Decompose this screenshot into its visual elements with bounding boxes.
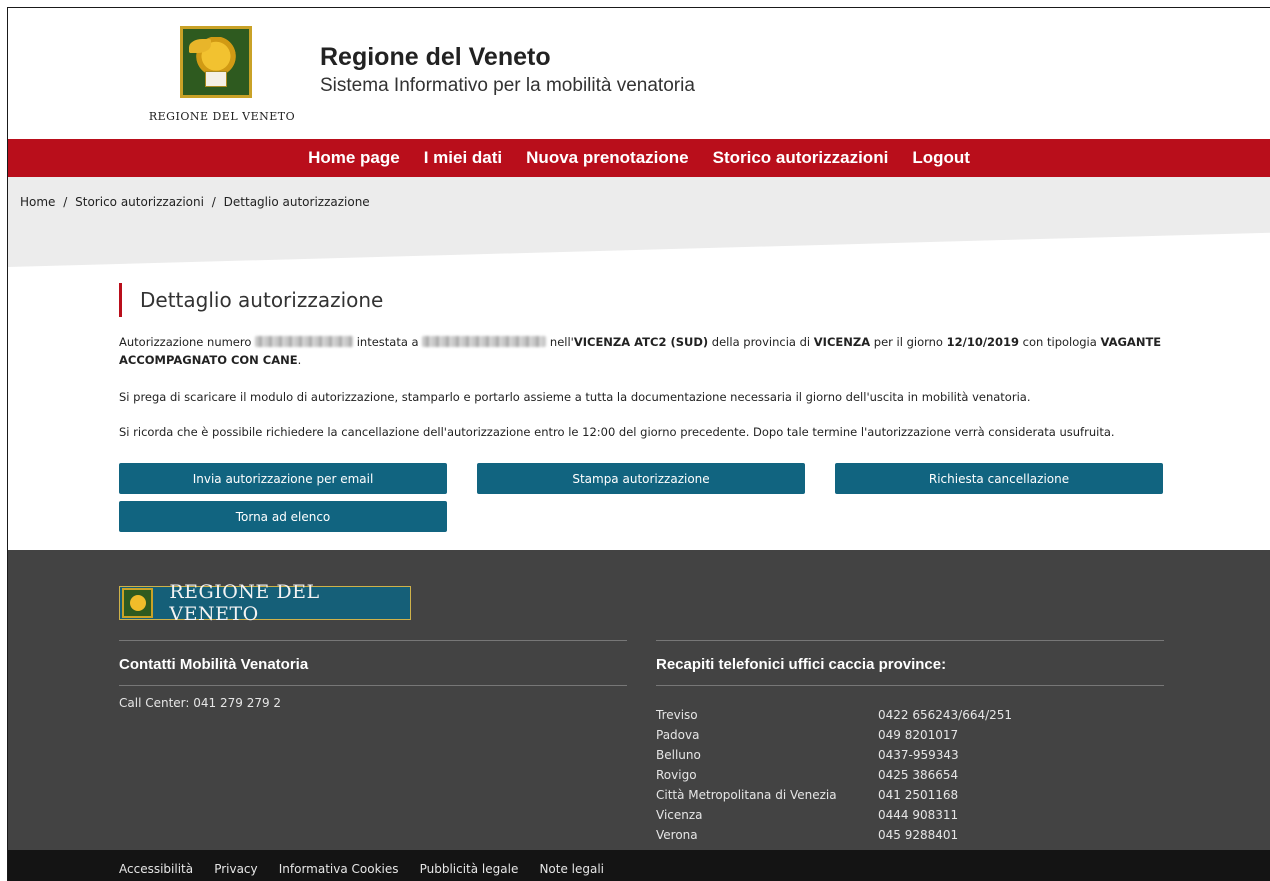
cancellation-note: Si ricorda che è possibile richiedere la… bbox=[119, 425, 1115, 439]
page-frame: REGIONE DEL VENETO Regione del Veneto Si… bbox=[7, 7, 1270, 881]
summary-text: per il giorno bbox=[870, 335, 947, 349]
link-accessibility[interactable]: Accessibilità bbox=[119, 862, 193, 876]
phone-city: Verona bbox=[656, 828, 698, 842]
phone-number: 0437-959343 bbox=[878, 748, 959, 762]
date-value: 12/10/2019 bbox=[946, 335, 1020, 349]
table-row: Rovigo 0425 386654 bbox=[656, 765, 1012, 785]
contacts-title: Contatti Mobilità Venatoria bbox=[119, 656, 309, 673]
download-instructions: Si prega di scaricare il modulo di autor… bbox=[119, 390, 1031, 404]
site-title: Regione del Veneto bbox=[320, 43, 551, 71]
lion-of-st-mark-icon bbox=[180, 26, 252, 98]
table-row: Città Metropolitana di Venezia 041 250116… bbox=[656, 785, 1012, 805]
footer-logo-text: REGIONE DEL VENETO bbox=[169, 581, 320, 625]
back-to-list-button[interactable]: Torna ad elenco bbox=[119, 501, 447, 532]
divider bbox=[119, 685, 627, 686]
divider bbox=[119, 640, 627, 641]
province-value: VICENZA bbox=[813, 335, 871, 349]
summary-text: . bbox=[297, 353, 302, 367]
phones-title: Recapiti telefonici uffici caccia provin… bbox=[656, 656, 947, 673]
breadcrumb-current: Dettaglio autorizzazione bbox=[223, 195, 370, 209]
authorization-summary: Autorizzazione numero intestata a nell'V… bbox=[119, 333, 1169, 369]
nav-history[interactable]: Storico autorizzazioni bbox=[701, 148, 901, 168]
print-button[interactable]: Stampa autorizzazione bbox=[477, 463, 805, 494]
phone-city: Treviso bbox=[656, 708, 698, 722]
bottom-bar: Accessibilità Privacy Informativa Cookie… bbox=[8, 850, 1270, 881]
link-legal-notes[interactable]: Note legali bbox=[539, 862, 604, 876]
table-row: Vicenza 0444 908311 bbox=[656, 805, 1012, 825]
table-row: Padova 049 8201017 bbox=[656, 725, 1012, 745]
phone-number: 0425 386654 bbox=[878, 768, 959, 782]
phone-number: 045 9288401 bbox=[878, 828, 959, 842]
nav-logout[interactable]: Logout bbox=[900, 148, 982, 168]
breadcrumb-separator: / bbox=[211, 195, 216, 209]
site-subtitle: Sistema Informativo per la mobilità vena… bbox=[320, 75, 695, 96]
divider bbox=[656, 685, 1164, 686]
request-cancellation-button[interactable]: Richiesta cancellazione bbox=[835, 463, 1163, 494]
breadcrumb-band bbox=[8, 177, 1270, 267]
phone-city: Rovigo bbox=[656, 768, 697, 782]
summary-text: intestata a bbox=[353, 335, 423, 349]
legal-links: Accessibilità Privacy Informativa Cookie… bbox=[119, 850, 620, 876]
phone-table: Treviso 0422 656243/664/251 Padova 049 820… bbox=[656, 705, 1012, 845]
phone-city: Vicenza bbox=[656, 808, 703, 822]
phone-number: 041 2501168 bbox=[878, 788, 959, 802]
site-footer: REGIONE DEL VENETO Contatti Mobilità Ven… bbox=[8, 550, 1270, 850]
nav-new-booking[interactable]: Nuova prenotazione bbox=[514, 148, 700, 168]
main-nav: Home page I miei dati Nuova prenotazione… bbox=[8, 139, 1270, 177]
breadcrumb-history[interactable]: Storico autorizzazioni bbox=[75, 195, 204, 209]
link-legal-advertising[interactable]: Pubblicità legale bbox=[420, 862, 519, 876]
nav-home[interactable]: Home page bbox=[296, 148, 412, 168]
redacted-holder bbox=[422, 336, 547, 347]
book-shape bbox=[205, 71, 227, 87]
call-center: Call Center: 041 279 279 2 bbox=[119, 696, 282, 710]
breadcrumb-separator: / bbox=[63, 195, 68, 209]
phone-city: Belluno bbox=[656, 748, 701, 762]
summary-text: Autorizzazione numero bbox=[119, 335, 256, 349]
atc-value: VICENZA ATC2 (SUD) bbox=[573, 335, 709, 349]
link-cookies[interactable]: Informativa Cookies bbox=[279, 862, 399, 876]
link-privacy[interactable]: Privacy bbox=[214, 862, 257, 876]
summary-text: con tipologia bbox=[1019, 335, 1101, 349]
summary-text: della provincia di bbox=[708, 335, 814, 349]
phone-number: 0422 656243/664/251 bbox=[878, 708, 1013, 722]
lion-of-st-mark-icon bbox=[122, 588, 154, 618]
summary-text: nell' bbox=[546, 335, 574, 349]
phone-city: Città Metropolitana di Venezia bbox=[656, 788, 837, 802]
logo-caption: REGIONE DEL VENETO bbox=[148, 110, 296, 123]
table-row: Belluno 0437-959343 bbox=[656, 745, 1012, 765]
phone-number: 0444 908311 bbox=[878, 808, 959, 822]
divider bbox=[656, 640, 1164, 641]
redacted-number bbox=[255, 336, 354, 347]
phone-city: Padova bbox=[656, 728, 700, 742]
table-row: Verona 045 9288401 bbox=[656, 825, 1012, 845]
breadcrumb: Home / Storico autorizzazioni / Dettagli… bbox=[20, 195, 370, 209]
region-logo[interactable]: REGIONE DEL VENETO bbox=[147, 26, 297, 130]
footer-logo[interactable]: REGIONE DEL VENETO bbox=[119, 581, 411, 625]
nav-my-data[interactable]: I miei dati bbox=[412, 148, 514, 168]
breadcrumb-home[interactable]: Home bbox=[20, 195, 55, 209]
table-row: Treviso 0422 656243/664/251 bbox=[656, 705, 1012, 725]
phone-number: 049 8201017 bbox=[878, 728, 959, 742]
main-content: Dettaglio autorizzazione Autorizzazione … bbox=[119, 283, 1169, 532]
send-email-button[interactable]: Invia autorizzazione per email bbox=[119, 463, 447, 494]
page-title: Dettaglio autorizzazione bbox=[119, 283, 1169, 317]
site-header: REGIONE DEL VENETO Regione del Veneto Si… bbox=[8, 8, 1270, 139]
